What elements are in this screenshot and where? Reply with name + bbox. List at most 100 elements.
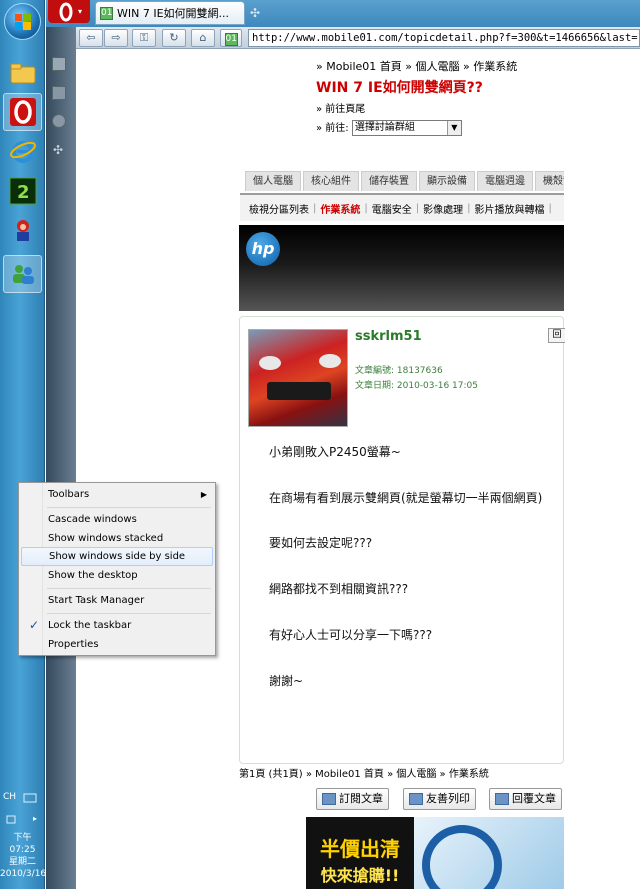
tab-case[interactable]: 機殼散熱 (535, 171, 564, 191)
ie-taskbar-button[interactable] (3, 132, 42, 170)
reply-button[interactable]: 回覆文章 (489, 788, 562, 810)
sale-ad-banner[interactable]: 半價出清 快來搶購!! (306, 817, 564, 889)
start-button[interactable] (4, 3, 41, 40)
folder-icon (10, 63, 35, 84)
messenger-taskbar-button[interactable] (3, 255, 42, 293)
key-button[interactable]: ⚿ (132, 29, 156, 47)
forward-button[interactable]: ⇨ (104, 29, 128, 47)
subnav-list[interactable]: 檢視分區列表 (249, 201, 309, 216)
hp-ad-banner[interactable]: hp (239, 225, 564, 311)
url-text: http://www.mobile01.com/topicdetail.php?… (252, 32, 639, 44)
tab-display[interactable]: 顯示設備 (419, 171, 475, 191)
goto-bottom-link[interactable]: » 前往頁尾 (316, 100, 365, 115)
menu-item-label: Lock the taskbar (48, 620, 132, 631)
address-bar[interactable]: http://www.mobile01.com/topicdetail.php?… (248, 29, 640, 47)
game-taskbar-button[interactable] (3, 212, 42, 250)
menu-item-stacked[interactable]: Show windows stacked (21, 529, 213, 548)
category-tabs: 個人電腦 核心組件 儲存裝置 顯示設備 電腦週邊 機殼散熱 (245, 171, 564, 191)
chevron-down-icon: ▼ (446, 121, 461, 135)
avatar[interactable] (248, 329, 348, 427)
sub-navigation: 檢視分區列表 | 作業系統 | 電腦安全 | 影像處理 | 影片播放與轉檔 | (240, 193, 564, 221)
breadcrumb: » Mobile01 首頁 » 個人電腦 » 作業系統 (316, 58, 517, 74)
footer-breadcrumb[interactable]: 第1頁 (共1頁) » Mobile01 首頁 » 個人電腦 » 作業系統 (239, 765, 489, 780)
goto-label: » 前往: (316, 123, 349, 134)
opera-logo-icon (59, 2, 73, 21)
network-icon[interactable] (5, 814, 17, 826)
back-arrow-icon: ⇦ (86, 31, 96, 44)
panel-history-icon[interactable] (52, 114, 66, 128)
panel-bookmarks-icon[interactable] (52, 57, 66, 71)
breadcrumb-text[interactable]: » Mobile01 首頁 » 個人電腦 » 作業系統 (316, 60, 517, 73)
tab-title: WIN 7 IE如何開雙網... (117, 7, 230, 20)
post-line: 在商場有看到展示雙網頁(就是螢幕切一半兩個網頁) (269, 491, 543, 505)
home-button[interactable]: ⌂ (191, 29, 215, 47)
ad-line1: 半價出清 (320, 837, 400, 861)
subnav-image[interactable]: 影像處理 (423, 201, 463, 216)
clock-weekday: 星期二 (8, 857, 36, 867)
key-icon: ⚿ (139, 31, 149, 44)
character-icon (16, 220, 29, 241)
menu-item-toolbars[interactable]: Toolbars ▶ (21, 485, 213, 504)
post-line: 要如何去設定呢??? (269, 536, 373, 550)
subnav-video[interactable]: 影片播放與轉檔 (475, 201, 545, 216)
internet-explorer-icon (9, 141, 36, 163)
tab-core[interactable]: 核心組件 (303, 171, 359, 191)
clock-time: 下午 07:25 (9, 833, 36, 855)
reply-label: 回覆文章 (512, 792, 556, 805)
panel-add-icon[interactable]: ✣ (53, 143, 63, 157)
reply-quick-button[interactable]: 回 (548, 328, 565, 343)
article-date: 文章日期: 2010-03-16 17:05 (355, 381, 478, 391)
site-info-button[interactable]: 01 (220, 29, 242, 47)
panel-notes-icon[interactable] (52, 86, 66, 100)
forum-select[interactable]: 選擇討論群組 ▼ (351, 120, 462, 136)
subscribe-button[interactable]: 訂閱文章 (316, 788, 389, 810)
reload-button[interactable]: ↻ (162, 29, 186, 47)
opera-menu-button[interactable]: ▾ (48, 0, 90, 23)
menu-item-show-desktop[interactable]: Show the desktop (21, 566, 213, 585)
post-line: 謝謝~ (269, 674, 304, 688)
menu-item-properties[interactable]: Properties (21, 635, 213, 654)
subnav-os[interactable]: 作業系統 (320, 201, 360, 216)
subscribe-label: 訂閱文章 (339, 792, 383, 805)
new-tab-button[interactable]: ✣ (250, 7, 262, 19)
forum-post: sskrlm51 回 文章編號: 18137636 文章日期: 2010-03-… (239, 316, 565, 764)
reload-icon: ↻ (169, 31, 179, 44)
system-tray: CH ▸ 下午 07:25 星期二 2010/3/16 (0, 788, 46, 889)
checkmark-icon: ✓ (29, 618, 40, 632)
hp-logo: hp (246, 232, 280, 266)
print-label: 友善列印 (426, 792, 470, 805)
print-icon (409, 793, 423, 805)
home-icon: ⌂ (199, 31, 207, 44)
menu-item-side-by-side[interactable]: Show windows side by side (21, 547, 213, 566)
subnav-security[interactable]: 電腦安全 (372, 201, 412, 216)
tab-pc[interactable]: 個人電腦 (245, 171, 301, 191)
keyboard-icon[interactable] (23, 791, 37, 803)
browser-tab[interactable]: 01 WIN 7 IE如何開雙網... (95, 1, 245, 25)
menu-item-cascade[interactable]: Cascade windows (21, 510, 213, 529)
ad-line2: 快來搶購!! (320, 866, 400, 885)
clock[interactable]: 下午 07:25 星期二 2010/3/16 (0, 832, 46, 880)
messenger-icon (12, 265, 34, 284)
menu-item-lock-taskbar[interactable]: ✓ Lock the taskbar (21, 616, 213, 635)
ad-product-image (414, 817, 564, 889)
windows-logo-icon (14, 13, 31, 30)
language-indicator[interactable]: CH (3, 792, 16, 802)
svg-text:2: 2 (17, 182, 30, 203)
print-button[interactable]: 友善列印 (403, 788, 476, 810)
reply-icon (495, 793, 509, 805)
subscribe-icon (322, 793, 336, 805)
menu-item-task-manager[interactable]: Start Task Manager (21, 591, 213, 610)
opera-taskbar-button[interactable] (3, 93, 42, 131)
goto-row: » 前往: 選擇討論群組 ▼ (316, 119, 462, 136)
post-username[interactable]: sskrlm51 (355, 329, 422, 344)
app-2-taskbar-button[interactable]: 2 (3, 172, 42, 210)
post-line: 有好心人士可以分享一下嗎??? (269, 628, 433, 642)
tray-expand-icon[interactable]: ▸ (33, 814, 37, 823)
taskbar-context-menu: Toolbars ▶ Cascade windows Show windows s… (18, 482, 216, 656)
explorer-taskbar-button[interactable] (3, 54, 42, 92)
tab-peripherals[interactable]: 電腦週邊 (477, 171, 533, 191)
post-line: 小弟剛敗入P2450螢幕~ (269, 445, 401, 459)
two-icon: 2 (9, 177, 36, 205)
back-button[interactable]: ⇦ (79, 29, 103, 47)
tab-storage[interactable]: 儲存裝置 (361, 171, 417, 191)
